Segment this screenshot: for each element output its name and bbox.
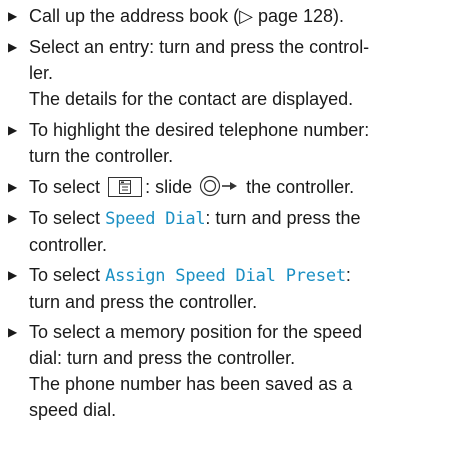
phone-menu-icon	[108, 177, 143, 197]
step-result-note: The phone number has been saved as a	[29, 374, 353, 394]
bullet-arrow-icon: ▶	[8, 40, 18, 54]
bullet-arrow-icon: ▶	[8, 9, 18, 23]
step-text-suffix: the controller.	[246, 177, 355, 197]
menu-term-assign-speed-dial-preset: Assign Speed Dial Preset	[105, 266, 346, 286]
menu-term-speed-dial: Speed Dial	[105, 209, 206, 229]
bullet-arrow-icon: ▶	[8, 211, 18, 225]
step-result-note: The details for the contact are displaye…	[29, 89, 354, 109]
controller-slide-right-icon	[199, 175, 239, 204]
step-text: turn and press the controller.	[29, 292, 258, 312]
step-text: Call up the address book (▷ page 128).	[29, 6, 345, 26]
step-text-prefix: To select	[29, 208, 101, 228]
step-text: To select Assign Speed Dial Preset:	[29, 262, 463, 289]
step-text: Select an entry: turn and press the cont…	[29, 37, 370, 57]
step-result-note: speed dial.	[29, 400, 117, 420]
bullet-arrow-icon: ▶	[8, 180, 18, 194]
step-text-mid: : slide	[145, 177, 193, 197]
step-text: ler.	[29, 63, 54, 83]
step-text: turn the controller.	[29, 146, 174, 166]
step-text: To select : slide the controller.	[29, 174, 463, 204]
step-text-suffix: : turn and press the	[205, 208, 361, 228]
bullet-arrow-icon: ▶	[8, 268, 18, 282]
bullet-arrow-icon: ▶	[8, 325, 18, 339]
step-text-prefix: To select	[29, 177, 101, 197]
step-text-suffix: :	[345, 265, 351, 285]
step-text-prefix: To select	[29, 265, 101, 285]
step-text: dial: turn and press the controller.	[29, 348, 296, 368]
step-text: To select Speed Dial: turn and press the	[29, 205, 463, 232]
step-text: To highlight the desired telephone numbe…	[29, 120, 370, 140]
step-text: To select a memory position for the spee…	[29, 322, 363, 342]
bullet-arrow-icon: ▶	[8, 123, 18, 137]
step-text: controller.	[29, 235, 108, 255]
